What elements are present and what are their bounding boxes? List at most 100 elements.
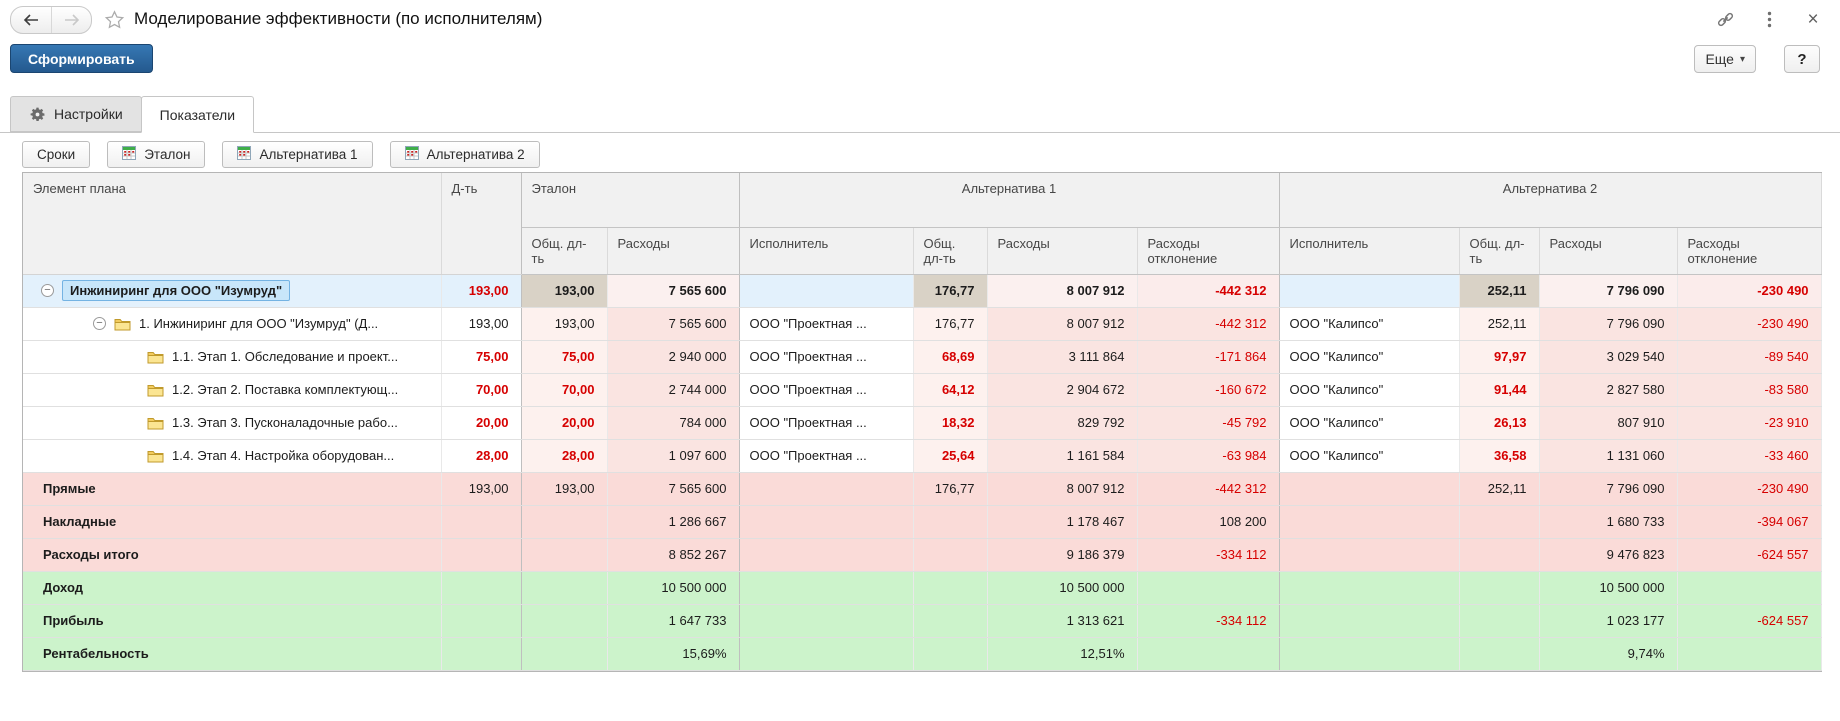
table-row[interactable]: −Инжиниринг для ООО "Изумруд"193,00193,0… (23, 274, 1821, 307)
cell-alt1-expenses[interactable]: 1 161 584 (987, 439, 1137, 472)
cell-alt2-duration[interactable] (1459, 538, 1539, 571)
cell-alt1-expenses[interactable]: 3 111 864 (987, 340, 1137, 373)
plan-item-cell[interactable]: Расходы итого (23, 538, 441, 571)
etalon-button[interactable]: Эталон (107, 141, 205, 168)
cell-alt2-executor[interactable]: ООО "Калипсо" (1279, 406, 1459, 439)
cell-alt2-expenses[interactable]: 1 680 733 (1539, 505, 1677, 538)
cell-etalon-expenses[interactable]: 784 000 (607, 406, 739, 439)
column-group-alternative-2[interactable]: Альтернатива 2 (1279, 173, 1821, 227)
cell-alt2-deviation[interactable] (1677, 637, 1821, 670)
cell-alt2-deviation[interactable] (1677, 571, 1821, 604)
cell-etalon-expenses[interactable]: 7 565 600 (607, 307, 739, 340)
cell-etalon-expenses[interactable]: 8 852 267 (607, 538, 739, 571)
cell-alt1-duration[interactable] (913, 637, 987, 670)
cell-alt2-executor[interactable]: ООО "Калипсо" (1279, 340, 1459, 373)
cell-alt1-deviation[interactable]: -63 984 (1137, 439, 1279, 472)
cell-etalon-expenses[interactable]: 2 744 000 (607, 373, 739, 406)
cell-alt2-deviation[interactable]: -624 557 (1677, 538, 1821, 571)
cell-alt2-deviation[interactable]: -89 540 (1677, 340, 1821, 373)
cell-alt1-duration[interactable] (913, 571, 987, 604)
column-header-alt2-deviation[interactable]: Расходы отклонение (1677, 227, 1821, 274)
cell-alt2-expenses[interactable]: 9 476 823 (1539, 538, 1677, 571)
column-header-alt2-expenses[interactable]: Расходы (1539, 227, 1677, 274)
cell-etalon-expenses[interactable]: 1 286 667 (607, 505, 739, 538)
column-header-plan-item[interactable]: Элемент плана (23, 173, 441, 274)
plan-item-cell[interactable]: −Инжиниринг для ООО "Изумруд" (23, 274, 441, 307)
table-row[interactable]: Прямые193,00193,007 565 600176,778 007 9… (23, 472, 1821, 505)
cell-alt2-executor[interactable]: ООО "Калипсо" (1279, 439, 1459, 472)
cell-alt1-deviation[interactable] (1137, 571, 1279, 604)
cell-alt2-expenses[interactable]: 1 131 060 (1539, 439, 1677, 472)
cell-duration[interactable]: 20,00 (441, 406, 521, 439)
cell-alt1-expenses[interactable]: 9 186 379 (987, 538, 1137, 571)
cell-alt2-duration[interactable] (1459, 604, 1539, 637)
cell-alt1-deviation[interactable]: -171 864 (1137, 340, 1279, 373)
cell-alt1-executor[interactable]: ООО "Проектная ... (739, 373, 913, 406)
cell-alt1-expenses[interactable]: 8 007 912 (987, 472, 1137, 505)
cell-alt1-expenses[interactable]: 10 500 000 (987, 571, 1137, 604)
cell-alt2-expenses[interactable]: 1 023 177 (1539, 604, 1677, 637)
table-row[interactable]: 1.4. Этап 4. Настройка оборудован...28,0… (23, 439, 1821, 472)
cell-alt2-duration[interactable]: 252,11 (1459, 274, 1539, 307)
column-header-etalon-expenses[interactable]: Расходы (607, 227, 739, 274)
cell-alt2-duration[interactable]: 36,58 (1459, 439, 1539, 472)
cell-alt1-expenses[interactable]: 1 178 467 (987, 505, 1137, 538)
cell-duration[interactable]: 193,00 (441, 307, 521, 340)
cell-alt2-executor[interactable] (1279, 604, 1459, 637)
link-icon[interactable] (1716, 10, 1734, 28)
cell-alt1-executor[interactable] (739, 274, 913, 307)
generate-button[interactable]: Сформировать (10, 44, 153, 73)
column-header-alt2-executor[interactable]: Исполнитель (1279, 227, 1459, 274)
cell-alt2-duration[interactable] (1459, 571, 1539, 604)
cell-alt1-duration[interactable]: 176,77 (913, 472, 987, 505)
cell-alt1-expenses[interactable]: 1 313 621 (987, 604, 1137, 637)
column-group-etalon[interactable]: Эталон (521, 173, 739, 227)
cell-alt1-executor[interactable]: ООО "Проектная ... (739, 439, 913, 472)
plan-item-cell[interactable]: Рентабельность (23, 637, 441, 670)
collapse-icon[interactable]: − (93, 317, 106, 330)
cell-etalon-duration[interactable]: 70,00 (521, 373, 607, 406)
help-button[interactable]: ? (1784, 45, 1820, 73)
cell-alt1-executor[interactable] (739, 571, 913, 604)
cell-alt2-deviation[interactable]: -230 490 (1677, 274, 1821, 307)
cell-alt2-deviation[interactable]: -230 490 (1677, 472, 1821, 505)
cell-alt1-executor[interactable] (739, 604, 913, 637)
column-header-duration[interactable]: Д-ть (441, 173, 521, 274)
cell-alt1-executor[interactable] (739, 472, 913, 505)
table-row[interactable]: Накладные1 286 6671 178 467108 2001 680 … (23, 505, 1821, 538)
cell-alt1-deviation[interactable]: -160 672 (1137, 373, 1279, 406)
cell-alt2-expenses[interactable]: 10 500 000 (1539, 571, 1677, 604)
cell-alt2-duration[interactable]: 252,11 (1459, 472, 1539, 505)
cell-alt1-expenses[interactable]: 2 904 672 (987, 373, 1137, 406)
cell-alt1-expenses[interactable]: 8 007 912 (987, 274, 1137, 307)
table-row[interactable]: Доход10 500 00010 500 00010 500 000 (23, 571, 1821, 604)
cell-alt2-duration[interactable] (1459, 505, 1539, 538)
column-header-alt1-expenses[interactable]: Расходы (987, 227, 1137, 274)
cell-alt1-deviation[interactable] (1137, 637, 1279, 670)
cell-etalon-duration[interactable]: 20,00 (521, 406, 607, 439)
cell-duration[interactable]: 75,00 (441, 340, 521, 373)
forward-button[interactable] (51, 7, 91, 33)
more-dots-icon[interactable] (1760, 10, 1778, 28)
cell-alt2-deviation[interactable]: -394 067 (1677, 505, 1821, 538)
table-row[interactable]: 1.1. Этап 1. Обследование и проект...75,… (23, 340, 1821, 373)
column-header-etalon-duration[interactable]: Общ. дл-ть (521, 227, 607, 274)
back-button[interactable] (11, 7, 51, 33)
cell-alt2-duration[interactable]: 26,13 (1459, 406, 1539, 439)
cell-alt1-executor[interactable] (739, 538, 913, 571)
plan-item-cell[interactable]: 1.1. Этап 1. Обследование и проект... (23, 340, 441, 373)
cell-etalon-duration[interactable] (521, 505, 607, 538)
cell-alt1-duration[interactable] (913, 505, 987, 538)
column-group-alternative-1[interactable]: Альтернатива 1 (739, 173, 1279, 227)
terms-button[interactable]: Сроки (22, 141, 90, 168)
column-header-alt1-deviation[interactable]: Расходы отклонение (1137, 227, 1279, 274)
cell-alt1-deviation[interactable]: -334 112 (1137, 604, 1279, 637)
cell-alt2-expenses[interactable]: 7 796 090 (1539, 307, 1677, 340)
cell-alt1-duration[interactable] (913, 538, 987, 571)
cell-alt2-expenses[interactable]: 7 796 090 (1539, 274, 1677, 307)
plan-item-cell[interactable]: 1.4. Этап 4. Настройка оборудован... (23, 439, 441, 472)
cell-alt2-duration[interactable]: 97,97 (1459, 340, 1539, 373)
cell-alt1-duration[interactable]: 25,64 (913, 439, 987, 472)
cell-etalon-expenses[interactable]: 7 565 600 (607, 274, 739, 307)
cell-alt1-deviation[interactable]: 108 200 (1137, 505, 1279, 538)
